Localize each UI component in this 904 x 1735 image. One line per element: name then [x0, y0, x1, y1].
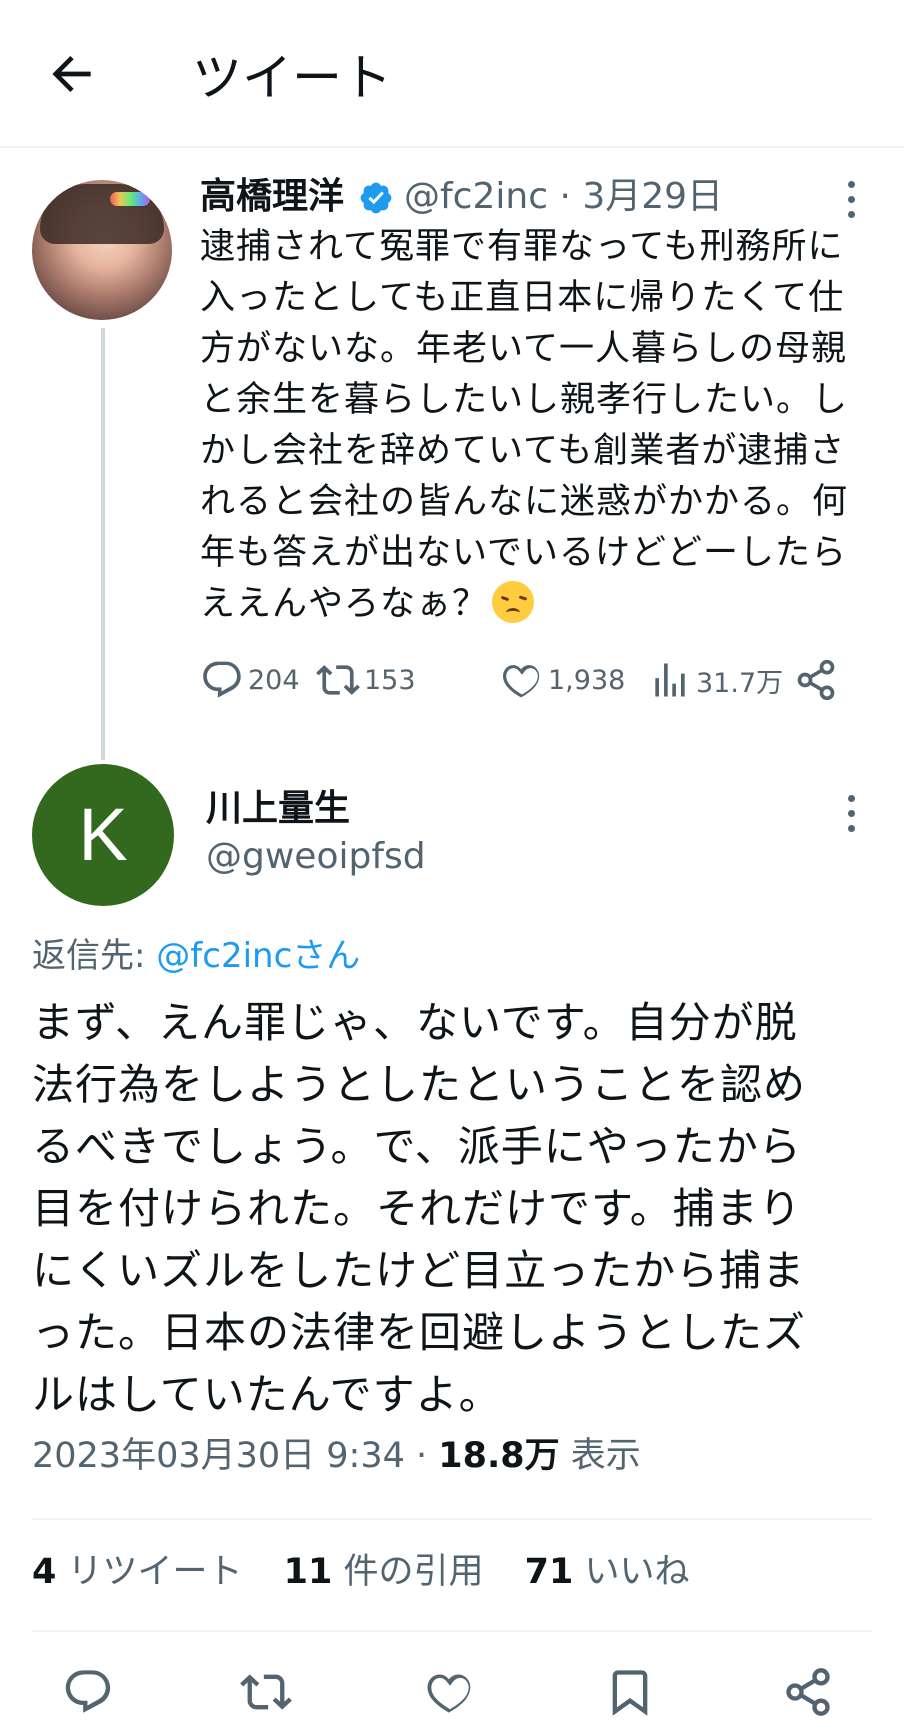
reply-more-options-button[interactable]	[836, 790, 866, 832]
views-label: 表示	[570, 1436, 641, 1476]
author-handle-and-date: @fc2inc · 3月29日	[404, 172, 723, 222]
divider	[32, 1518, 872, 1520]
share-icon	[797, 659, 835, 701]
heart-icon	[427, 1674, 471, 1714]
views-count: 31.7万	[696, 667, 784, 699]
retweet-icon	[316, 665, 360, 695]
bottom-action-bar	[0, 1660, 904, 1722]
reply-count: 204	[248, 664, 300, 696]
reply-to-mention-link[interactable]: @fc2incさん	[156, 936, 360, 976]
arrow-left-icon	[52, 56, 91, 92]
likes-stat[interactable]: 71 いいね	[525, 1552, 690, 1592]
engagement-stats: 4 リツイート 11 件の引用 71 いいね	[32, 1546, 720, 1598]
tweet-timestamp[interactable]: 2023年03月30日 9:34	[32, 1436, 405, 1476]
retweet-count: 153	[364, 664, 416, 696]
views-bar-chart-icon	[655, 663, 685, 697]
separator-dot: ·	[559, 176, 571, 217]
verified-badge-icon	[360, 182, 392, 214]
reply-author-avatar[interactable]: K	[32, 764, 174, 906]
reply-tweet-text: まず、えん罪じゃ、ないです。自分が脱 法行為をしようとしたということを認め るべ…	[32, 998, 807, 1419]
back-button[interactable]	[44, 46, 100, 102]
bookmark-icon	[612, 1670, 648, 1716]
share-button[interactable]	[782, 1666, 834, 1718]
views-total: 18.8万	[438, 1436, 560, 1476]
like-button[interactable]	[424, 1666, 476, 1718]
retweet-button[interactable]: 153	[316, 652, 416, 708]
retweets-stat[interactable]: 4 リツイート	[32, 1552, 243, 1592]
page-title: ツイート	[192, 49, 392, 107]
share-icon	[786, 1668, 830, 1716]
author-avatar[interactable]	[32, 180, 172, 320]
views-button[interactable]: 31.7万	[648, 652, 783, 708]
retweet-button[interactable]	[240, 1666, 292, 1718]
top-bar: ツイート	[0, 0, 904, 148]
like-count: 1,938	[548, 664, 626, 696]
tweet-date[interactable]: 3月29日	[582, 176, 723, 217]
share-button[interactable]	[794, 652, 842, 708]
reply-icon	[203, 661, 241, 698]
bookmark-button[interactable]	[604, 1666, 656, 1718]
divider	[32, 1630, 872, 1632]
reply-button[interactable]	[62, 1666, 114, 1718]
quotes-stat[interactable]: 11 件の引用	[284, 1552, 484, 1592]
reply-icon	[65, 1670, 111, 1713]
more-options-button[interactable]	[836, 176, 866, 218]
reply-button[interactable]: 204	[200, 652, 300, 708]
like-button[interactable]: 1,938	[500, 652, 625, 708]
tweet-text: 逮捕されて冤罪で有罪なっても刑務所に 入ったとしても正直日本に帰りたくて仕 方が…	[200, 227, 849, 624]
replying-to: 返信先: @fc2incさん	[32, 936, 361, 976]
author-name[interactable]: 高橋理洋	[200, 172, 344, 222]
thread-connector-line	[101, 328, 105, 760]
disappointed-face-emoji	[492, 581, 535, 623]
reply-author-name[interactable]: 川上量生	[206, 784, 350, 834]
tweet-action-bar: 204 153 1,938 31.7万	[200, 652, 840, 708]
tweet-meta: 2023年03月30日 9:34 · 18.8万 表示	[32, 1436, 641, 1476]
heart-icon	[503, 665, 540, 698]
author-handle[interactable]: @fc2inc	[404, 176, 548, 217]
reply-author-handle[interactable]: @gweoipfsd	[206, 832, 426, 882]
retweet-icon	[240, 1674, 292, 1710]
